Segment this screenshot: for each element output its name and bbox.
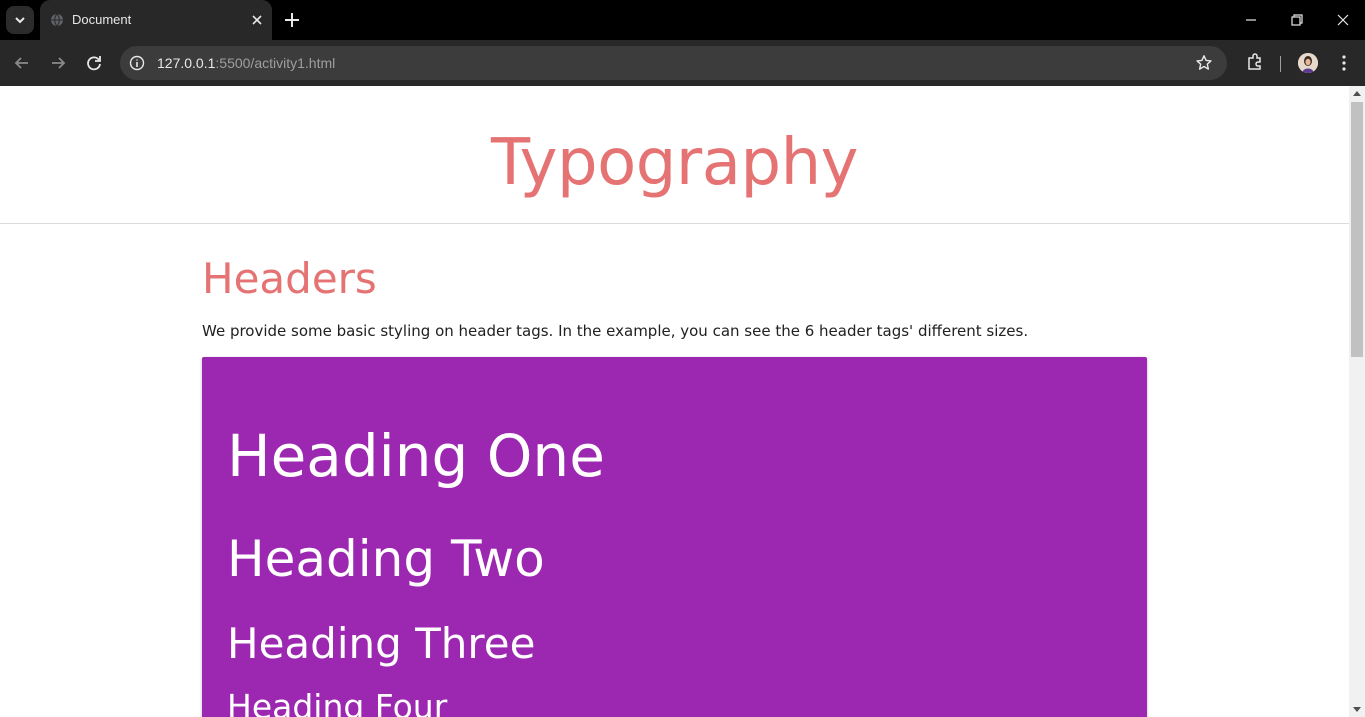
heading-two: Heading Two [227, 530, 545, 588]
heading-three: Heading Three [227, 619, 536, 668]
toolbar-divider [1280, 56, 1281, 72]
heading-one: Heading One [227, 422, 605, 490]
profile-picture-icon [1298, 53, 1318, 73]
tab-title: Document [72, 12, 132, 27]
url-text: 127.0.0.1:5500/activity1.html [157, 55, 335, 71]
extensions-icon[interactable] [1245, 52, 1265, 72]
scroll-down-arrow-icon[interactable] [1353, 707, 1361, 712]
address-bar[interactable]: 127.0.0.1:5500/activity1.html [120, 46, 1227, 80]
section-description: We provide some basic styling on header … [202, 322, 1029, 340]
minimize-icon[interactable] [1241, 10, 1261, 30]
chevron-down-icon [15, 17, 25, 24]
info-icon[interactable] [129, 55, 145, 71]
restore-icon[interactable] [1287, 10, 1307, 30]
url-path: :5500/activity1.html [215, 55, 336, 71]
close-icon[interactable] [249, 12, 265, 28]
new-tab-plus-icon[interactable] [282, 10, 302, 30]
reload-icon[interactable] [83, 52, 105, 74]
tab-bar: Document [0, 0, 1365, 40]
tab-search-button[interactable] [6, 6, 34, 34]
vertical-scrollbar[interactable] [1349, 86, 1365, 717]
page-title: Typography [491, 126, 859, 200]
section-title: Headers [202, 254, 377, 303]
globe-icon [51, 13, 63, 27]
title-divider [0, 223, 1349, 224]
heading-four: Heading Four [227, 687, 448, 717]
window-close-icon[interactable] [1333, 10, 1353, 30]
avatar[interactable] [1298, 53, 1318, 73]
forward-icon[interactable] [47, 52, 69, 74]
star-icon[interactable] [1195, 54, 1213, 72]
headings-demo-card: Heading One Heading Two Heading Three He… [202, 357, 1147, 717]
active-tab[interactable]: Document [40, 0, 272, 40]
kebab-menu-icon[interactable] [1334, 53, 1354, 73]
page-viewport: Typography Headers We provide some basic… [0, 86, 1349, 717]
url-host: 127.0.0.1 [157, 55, 216, 71]
browser-toolbar: 127.0.0.1:5500/activity1.html [0, 40, 1365, 86]
back-icon[interactable] [11, 52, 33, 74]
scroll-up-arrow-icon[interactable] [1353, 91, 1361, 96]
scroll-thumb[interactable] [1351, 102, 1363, 357]
